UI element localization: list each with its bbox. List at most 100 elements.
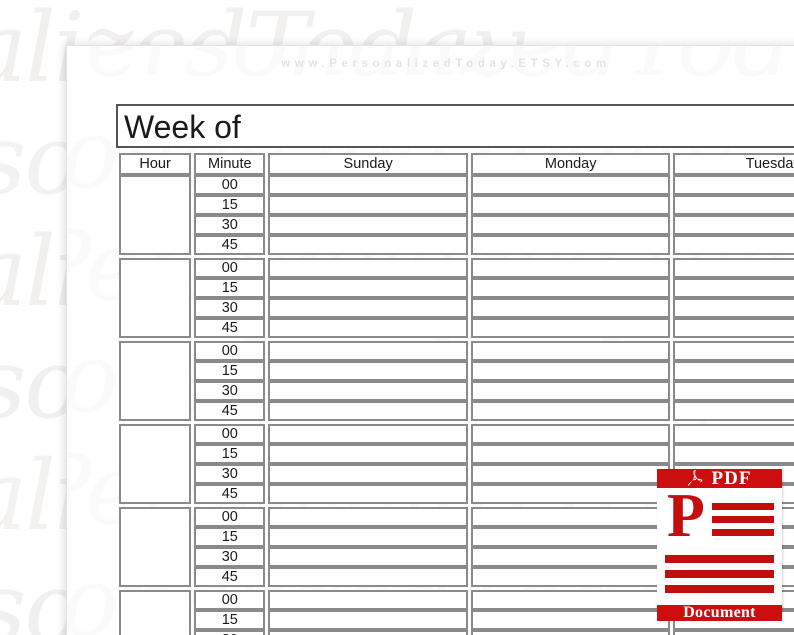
day-cell-monday[interactable]	[470, 547, 671, 567]
site-url-watermark: www.PersonalizedToday.ETSY.com	[281, 58, 611, 70]
day-cell-tuesday[interactable]	[673, 278, 794, 298]
table-row: 30	[119, 215, 794, 235]
hour-cell[interactable]	[119, 590, 192, 635]
table-row: 00	[119, 175, 794, 255]
minute-cell: 15	[194, 361, 266, 381]
day-cell-tuesday[interactable]	[673, 235, 794, 255]
day-cell-sunday[interactable]	[268, 341, 468, 361]
day-cell-tuesday[interactable]	[673, 361, 794, 381]
day-cell-monday[interactable]	[470, 401, 671, 421]
minute-cell: 15	[194, 444, 266, 464]
pdf-text-lines-short	[711, 495, 774, 542]
minute-cell: 15	[194, 610, 266, 630]
day-cell-monday[interactable]	[470, 175, 671, 195]
day-cell-monday[interactable]	[470, 341, 671, 361]
day-cell-monday[interactable]	[470, 507, 671, 527]
day-cell-sunday[interactable]	[268, 507, 468, 527]
pdf-text-line	[665, 570, 774, 578]
day-cell-tuesday[interactable]	[673, 258, 794, 278]
week-of-label: Week of	[124, 108, 241, 145]
day-cell-monday[interactable]	[470, 361, 671, 381]
table-row: 45	[119, 401, 794, 421]
day-cell-monday[interactable]	[470, 235, 671, 255]
day-cell-sunday[interactable]	[268, 484, 468, 504]
day-cell-monday[interactable]	[470, 215, 671, 235]
day-cell-sunday[interactable]	[268, 278, 468, 298]
day-cell-sunday[interactable]	[268, 567, 468, 587]
day-cell-tuesday[interactable]	[673, 215, 794, 235]
day-cell-monday[interactable]	[470, 444, 671, 464]
day-cell-sunday[interactable]	[268, 547, 468, 567]
minute-cell: 00	[194, 258, 266, 278]
day-cell-sunday[interactable]	[268, 318, 468, 338]
day-cell-tuesday[interactable]	[673, 341, 794, 361]
table-row: 00	[119, 424, 794, 504]
day-cell-sunday[interactable]	[268, 444, 468, 464]
day-cell-sunday[interactable]	[268, 401, 468, 421]
minute-cell: 15	[194, 195, 266, 215]
day-cell-sunday[interactable]	[268, 215, 468, 235]
week-of-field[interactable]: Week of	[116, 104, 794, 148]
day-cell-monday[interactable]	[470, 484, 671, 504]
day-cell-tuesday[interactable]	[673, 318, 794, 338]
day-cell-sunday[interactable]	[268, 590, 468, 610]
day-cell-sunday[interactable]	[268, 464, 468, 484]
day-cell-sunday[interactable]	[268, 610, 468, 630]
day-cell-monday[interactable]	[470, 527, 671, 547]
pdf-badge-title: PDF	[711, 468, 752, 489]
day-cell-sunday[interactable]	[268, 258, 468, 278]
day-cell-sunday[interactable]	[268, 361, 468, 381]
day-cell-monday[interactable]	[470, 630, 671, 635]
minute-cell: 45	[194, 484, 266, 504]
table-row: 00	[119, 341, 794, 421]
minute-cell: 30	[194, 464, 266, 484]
day-cell-monday[interactable]	[470, 298, 671, 318]
pdf-badge-top-area: P	[665, 485, 774, 551]
hour-cell[interactable]	[119, 341, 192, 421]
minute-cell: 00	[194, 590, 266, 610]
day-cell-tuesday[interactable]	[673, 444, 794, 464]
day-cell-monday[interactable]	[470, 195, 671, 215]
minute-cell: 15	[194, 527, 266, 547]
day-cell-sunday[interactable]	[268, 195, 468, 215]
printable-page-sheet: PersonalizedToday PersonalizedToday Pers…	[66, 45, 794, 635]
minute-cell: 30	[194, 547, 266, 567]
table-row: 30	[119, 298, 794, 318]
minute-cell: 00	[194, 424, 266, 444]
day-cell-sunday[interactable]	[268, 298, 468, 318]
day-cell-monday[interactable]	[470, 567, 671, 587]
pdf-text-lines-wide	[665, 555, 774, 593]
day-cell-monday[interactable]	[470, 590, 671, 610]
day-cell-tuesday[interactable]	[673, 401, 794, 421]
day-cell-sunday[interactable]	[268, 527, 468, 547]
hour-cell[interactable]	[119, 258, 192, 338]
watermark-tile-row: PersonalizedToday	[67, 46, 794, 98]
day-cell-tuesday[interactable]	[673, 381, 794, 401]
hour-cell[interactable]	[119, 507, 192, 587]
day-cell-tuesday[interactable]	[673, 175, 794, 195]
day-cell-tuesday[interactable]	[673, 195, 794, 215]
day-cell-sunday[interactable]	[268, 381, 468, 401]
day-cell-monday[interactable]	[470, 258, 671, 278]
day-cell-sunday[interactable]	[268, 424, 468, 444]
table-row: 15	[119, 278, 794, 298]
day-cell-sunday[interactable]	[268, 630, 468, 635]
day-cell-monday[interactable]	[470, 464, 671, 484]
hour-cell[interactable]	[119, 175, 192, 255]
pdf-text-line	[665, 585, 774, 593]
day-cell-tuesday[interactable]	[673, 424, 794, 444]
day-cell-monday[interactable]	[470, 381, 671, 401]
day-cell-tuesday[interactable]	[673, 630, 794, 635]
pdf-document-badge: PDF P Document	[657, 468, 782, 621]
day-cell-sunday[interactable]	[268, 175, 468, 195]
day-cell-monday[interactable]	[470, 278, 671, 298]
pdf-text-line	[665, 555, 774, 563]
day-cell-tuesday[interactable]	[673, 298, 794, 318]
hour-cell[interactable]	[119, 424, 192, 504]
day-cell-monday[interactable]	[470, 424, 671, 444]
day-cell-monday[interactable]	[470, 610, 671, 630]
day-cell-monday[interactable]	[470, 318, 671, 338]
column-header-minute: Minute	[194, 153, 266, 175]
pdf-badge-body: P	[657, 485, 782, 605]
day-cell-sunday[interactable]	[268, 235, 468, 255]
